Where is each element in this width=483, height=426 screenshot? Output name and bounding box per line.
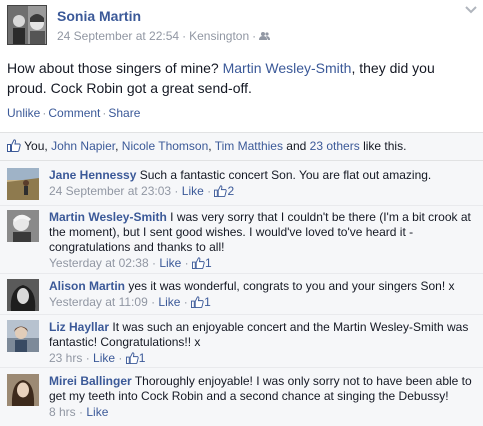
- likes-others-link[interactable]: 23 others: [310, 139, 360, 153]
- comment-like-count[interactable]: 2: [227, 184, 234, 198]
- thumbs-up-icon[interactable]: [125, 352, 139, 368]
- post-header: Sonia Martin 24 September at 22:54 · Kensi…: [7, 4, 477, 48]
- divider: [0, 367, 483, 368]
- comment-author[interactable]: Alison Martin: [49, 279, 125, 293]
- comment-timestamp[interactable]: 23 hrs: [49, 351, 82, 365]
- comment-timestamp[interactable]: 24 September at 23:03: [49, 184, 171, 198]
- comment-like-count[interactable]: 1: [205, 256, 212, 270]
- author-profile-picture[interactable]: [7, 5, 47, 45]
- commenter-avatar[interactable]: [7, 279, 39, 311]
- post-meta: 24 September at 22:54 · Kensington ·: [57, 29, 271, 44]
- comment-author[interactable]: Martin Wesley-Smith: [49, 210, 167, 224]
- divider: [0, 314, 483, 315]
- comment-text: It was such an enjoyable concert and the…: [49, 320, 469, 349]
- post-location[interactable]: Kensington: [189, 29, 249, 43]
- post-timestamp[interactable]: 24 September at 22:54: [57, 29, 179, 43]
- likes-summary: You, John Napier, Nicole Thomson, Tim Ma…: [7, 139, 406, 155]
- thumbs-up-icon[interactable]: [191, 296, 204, 312]
- friends-icon[interactable]: [259, 30, 271, 44]
- thumbs-up-icon[interactable]: [192, 257, 205, 273]
- comment-timestamp[interactable]: 8 hrs: [49, 405, 76, 419]
- divider: [0, 273, 483, 274]
- comment-like-count[interactable]: 1: [139, 351, 146, 365]
- post-author-name[interactable]: Sonia Martin: [57, 8, 141, 24]
- comment-like-button[interactable]: Like: [93, 351, 115, 365]
- comment-text: Such a fantastic concert Son. You are fl…: [139, 168, 432, 182]
- comment-timestamp[interactable]: Yesterday at 11:09: [49, 295, 148, 309]
- share-button[interactable]: Share: [108, 106, 140, 120]
- comment-item: Alison Martin yes it was wonderful, cong…: [7, 279, 477, 313]
- comment-author[interactable]: Liz Hayllar: [49, 320, 109, 334]
- commenter-avatar[interactable]: [7, 320, 39, 352]
- thumbs-up-icon[interactable]: [214, 185, 228, 201]
- comment-item: Liz Hayllar It was such an enjoyable con…: [7, 320, 477, 366]
- liker-nicole-thomson[interactable]: Nicole Thomson: [122, 139, 208, 153]
- comment-like-count[interactable]: 1: [204, 295, 211, 309]
- comment-timestamp[interactable]: Yesterday at 02:38: [49, 256, 149, 270]
- comment-item: Mirei Ballinger Thoroughly enjoyable! I …: [7, 374, 477, 422]
- commenter-avatar[interactable]: [7, 168, 39, 200]
- post-mention-link[interactable]: Martin Wesley-Smith: [223, 60, 352, 76]
- post-text-before: How about those singers of mine?: [7, 60, 223, 76]
- thumbs-up-icon: [7, 139, 21, 155]
- comment-text: yes it was wonderful, congrats to you an…: [128, 279, 455, 293]
- post-actions: Unlike · Comment · Share: [7, 106, 141, 120]
- comment-like-button[interactable]: Like: [182, 184, 204, 198]
- commenter-avatar[interactable]: [7, 374, 39, 406]
- chevron-down-icon[interactable]: [465, 6, 477, 16]
- comment-like-button[interactable]: Like: [158, 295, 180, 309]
- comment-button[interactable]: Comment: [48, 106, 100, 120]
- post-text: How about those singers of mine? Martin …: [7, 58, 477, 98]
- comment-author[interactable]: Jane Hennessy: [49, 168, 136, 182]
- comment-item: Martin Wesley-Smith I was very sorry tha…: [7, 210, 477, 272]
- divider: [0, 160, 483, 161]
- liker-tim-matthies[interactable]: Tim Matthies: [215, 139, 283, 153]
- likes-you: You,: [24, 139, 48, 153]
- comment-like-button[interactable]: Like: [86, 405, 108, 419]
- likes-suffix: like this.: [363, 139, 407, 153]
- comment-author[interactable]: Mirei Ballinger: [49, 374, 132, 388]
- likes-and: and: [286, 139, 307, 153]
- comment-item: Jane Hennessy Such a fantastic concert S…: [7, 168, 477, 204]
- commenter-avatar[interactable]: [7, 210, 39, 242]
- comment-like-button[interactable]: Like: [159, 256, 181, 270]
- unlike-button[interactable]: Unlike: [7, 106, 40, 120]
- liker-john-napier[interactable]: John Napier: [51, 139, 115, 153]
- divider: [0, 205, 483, 206]
